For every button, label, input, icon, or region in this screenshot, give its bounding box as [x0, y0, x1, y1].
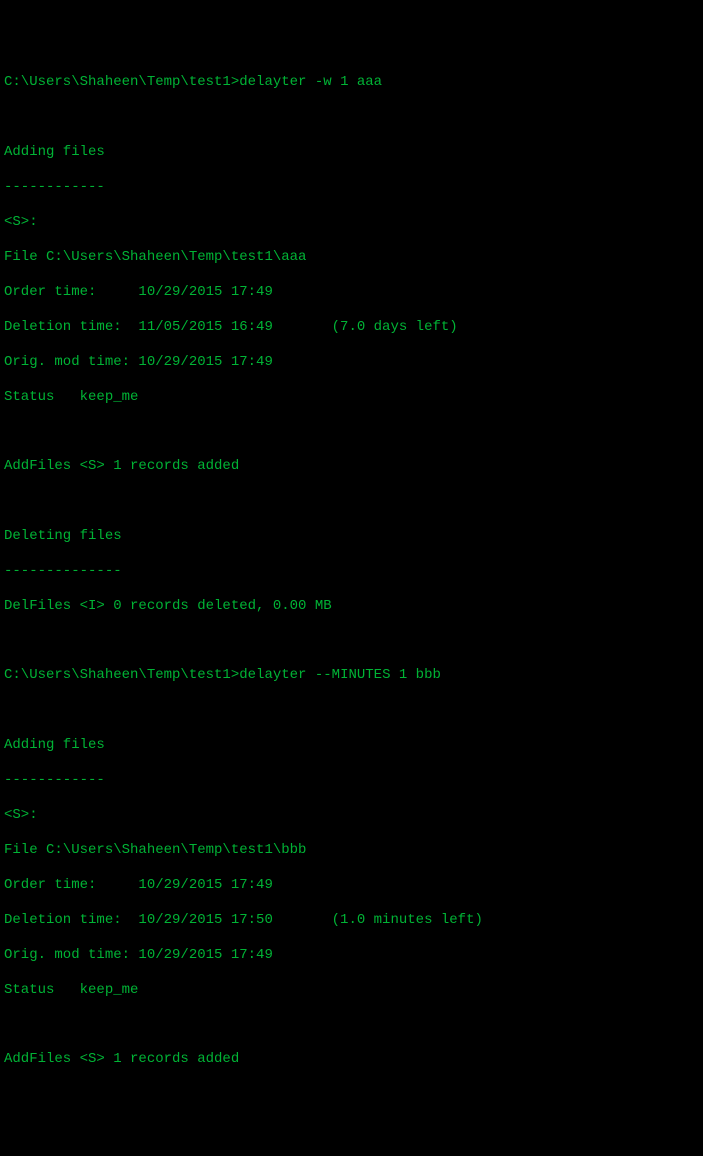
adding-files-header-1: Adding files [4, 144, 699, 162]
prompt-command-1: delayter -w 1 aaa [239, 74, 382, 92]
prompt-path-1: C:\Users\Shaheen\Temp\test1> [4, 74, 239, 92]
blank-line [4, 109, 699, 126]
orig-mod-time-1: Orig. mod time: 10/29/2015 17:49 [4, 354, 699, 372]
order-time-1: Order time: 10/29/2015 17:49 [4, 284, 699, 302]
order-time-2: Order time: 10/29/2015 17:49 [4, 877, 699, 895]
terminal-output[interactable]: C:\Users\Shaheen\Temp\test1>delayter -w … [4, 74, 699, 1069]
adding-files-header-2: Adding files [4, 737, 699, 755]
status-2: Status keep_me [4, 982, 699, 1000]
delfiles-result: DelFiles <I> 0 records deleted, 0.00 MB [4, 598, 699, 616]
deletion-time-2: Deletion time: 10/29/2015 17:50 (1.0 min… [4, 912, 699, 930]
blank-line [4, 633, 699, 650]
s-header-1: <S>: [4, 214, 699, 232]
status-1: Status keep_me [4, 389, 699, 407]
addfiles-result-2: AddFiles <S> 1 records added [4, 1051, 699, 1069]
deleting-files-underline: -------------- [4, 563, 699, 581]
blank-line [4, 493, 699, 510]
deleting-files-header: Deleting files [4, 528, 699, 546]
adding-files-underline-1: ------------ [4, 179, 699, 197]
command-line-2: C:\Users\Shaheen\Temp\test1>delayter --M… [4, 667, 699, 685]
command-line-1: C:\Users\Shaheen\Temp\test1>delayter -w … [4, 74, 699, 92]
addfiles-result-1: AddFiles <S> 1 records added [4, 458, 699, 476]
prompt-command-2: delayter --MINUTES 1 bbb [239, 667, 441, 685]
blank-line [4, 424, 699, 441]
prompt-path-2: C:\Users\Shaheen\Temp\test1> [4, 667, 239, 685]
blank-line [4, 702, 699, 719]
s-header-2: <S>: [4, 807, 699, 825]
orig-mod-time-2: Orig. mod time: 10/29/2015 17:49 [4, 947, 699, 965]
file-path-1: File C:\Users\Shaheen\Temp\test1\aaa [4, 249, 699, 267]
blank-line [4, 1017, 699, 1034]
deletion-time-1: Deletion time: 11/05/2015 16:49 (7.0 day… [4, 319, 699, 337]
adding-files-underline-2: ------------ [4, 772, 699, 790]
file-path-2: File C:\Users\Shaheen\Temp\test1\bbb [4, 842, 699, 860]
